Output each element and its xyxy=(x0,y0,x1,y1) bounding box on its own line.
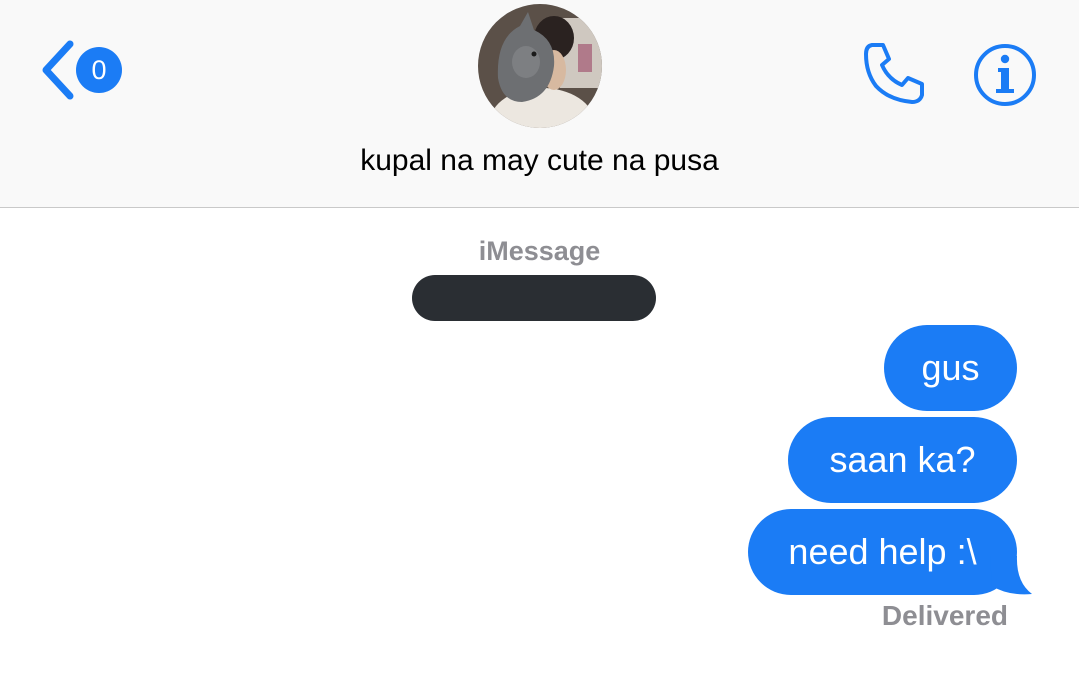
chevron-left-icon xyxy=(42,40,74,100)
delivery-status: Delivered xyxy=(881,600,1008,631)
message-bubble[interactable]: saan ka? xyxy=(788,417,1017,503)
phone-icon xyxy=(864,43,924,104)
bubble-tail xyxy=(990,556,1032,595)
contact-name[interactable]: kupal na may cute na pusa xyxy=(0,144,1079,178)
contact-avatar[interactable] xyxy=(478,4,602,128)
message-bubble[interactable]: need help :\ xyxy=(748,509,1017,595)
service-label: iMessage xyxy=(478,236,601,266)
call-button[interactable] xyxy=(862,40,930,108)
back-button[interactable]: 0 xyxy=(38,40,128,100)
info-icon xyxy=(974,44,1036,106)
message-bubble[interactable]: gus xyxy=(884,325,1017,411)
conversation-header: 0 kupal na may cute na pusa xyxy=(0,0,1079,208)
details-button[interactable] xyxy=(972,42,1038,108)
unread-count-badge: 0 xyxy=(76,47,122,93)
redacted-timestamp xyxy=(412,275,656,321)
